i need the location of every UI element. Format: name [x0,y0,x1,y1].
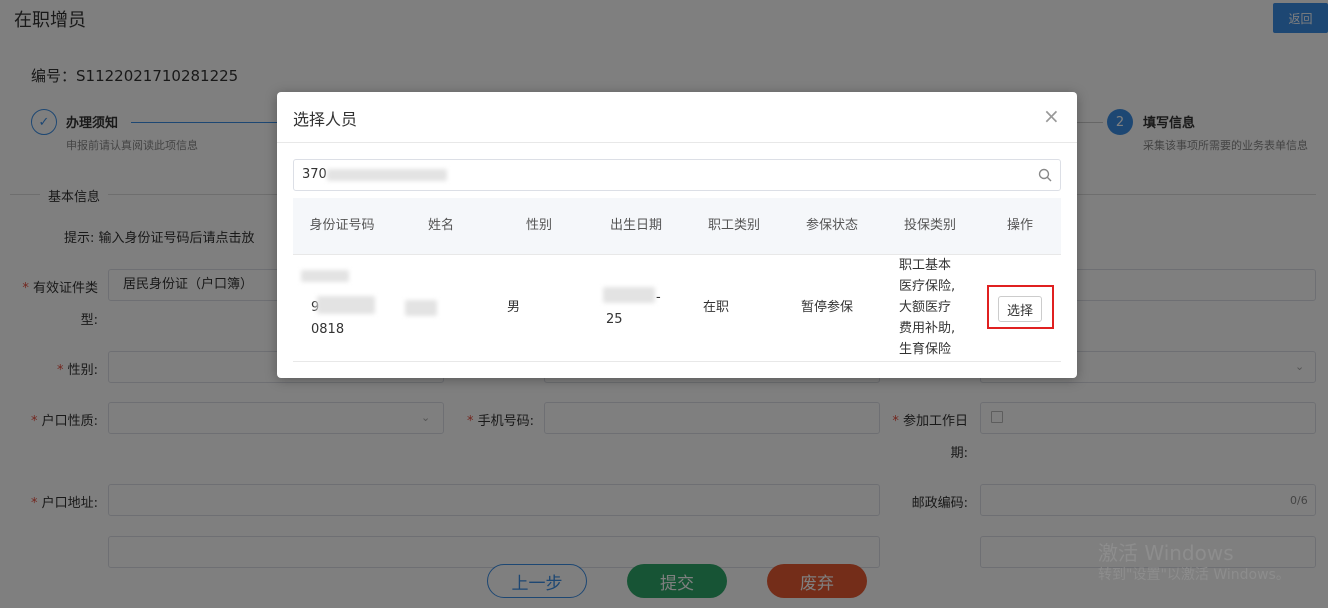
redacted-id-part-1 [301,270,349,282]
header-id-number: 身份证号码 [309,218,375,233]
header-insurance-type: 投保类别 [903,218,956,233]
search-input[interactable]: 370 [293,159,1061,191]
windows-watermark-title: 激活 Windows [1098,541,1234,565]
birth-date-separator: - [656,290,661,305]
page: 在职增员 返回 编号：S1122021710281225 ✓ 办理须知 申报前请… [0,0,1328,608]
header-status: 参保状态 [805,218,858,233]
dialog-title: 选择人员 [293,110,358,129]
redacted-name [405,300,437,316]
search-icon[interactable] [1038,168,1052,182]
row-divider [293,361,1061,362]
header-name: 姓名 [427,218,454,233]
header-gender: 性别 [525,218,552,233]
redacted-id-part-2 [317,296,375,314]
id-number-suffix: 0818 [311,322,345,337]
dialog-divider [277,142,1077,143]
insurance-type-value: 职工基本 医疗保险, 大额医疗 费用补助, 生育保险 [899,258,956,357]
redacted-birth-date [603,287,655,303]
search-value: 370 [302,167,327,182]
worker-type-value: 在职 [703,300,730,315]
select-person-dialog: 选择人员 × 370 身份证号码 姓名 性别 出生日期 职工类别 参保状态 投保… [277,92,1077,378]
header-worker-type: 职工类别 [707,218,760,233]
redacted-search-text [327,169,447,181]
header-action: 操作 [1006,218,1033,233]
close-icon[interactable]: × [1043,106,1060,126]
status-value: 暂停参保 [801,300,854,315]
select-button-highlight [987,285,1054,329]
header-birth-date: 出生日期 [609,218,662,233]
windows-watermark-subtitle: 转到"设置"以激活 Windows。 [1098,567,1290,583]
gender-value: 男 [507,300,521,315]
birth-date-day: 25 [606,312,623,327]
